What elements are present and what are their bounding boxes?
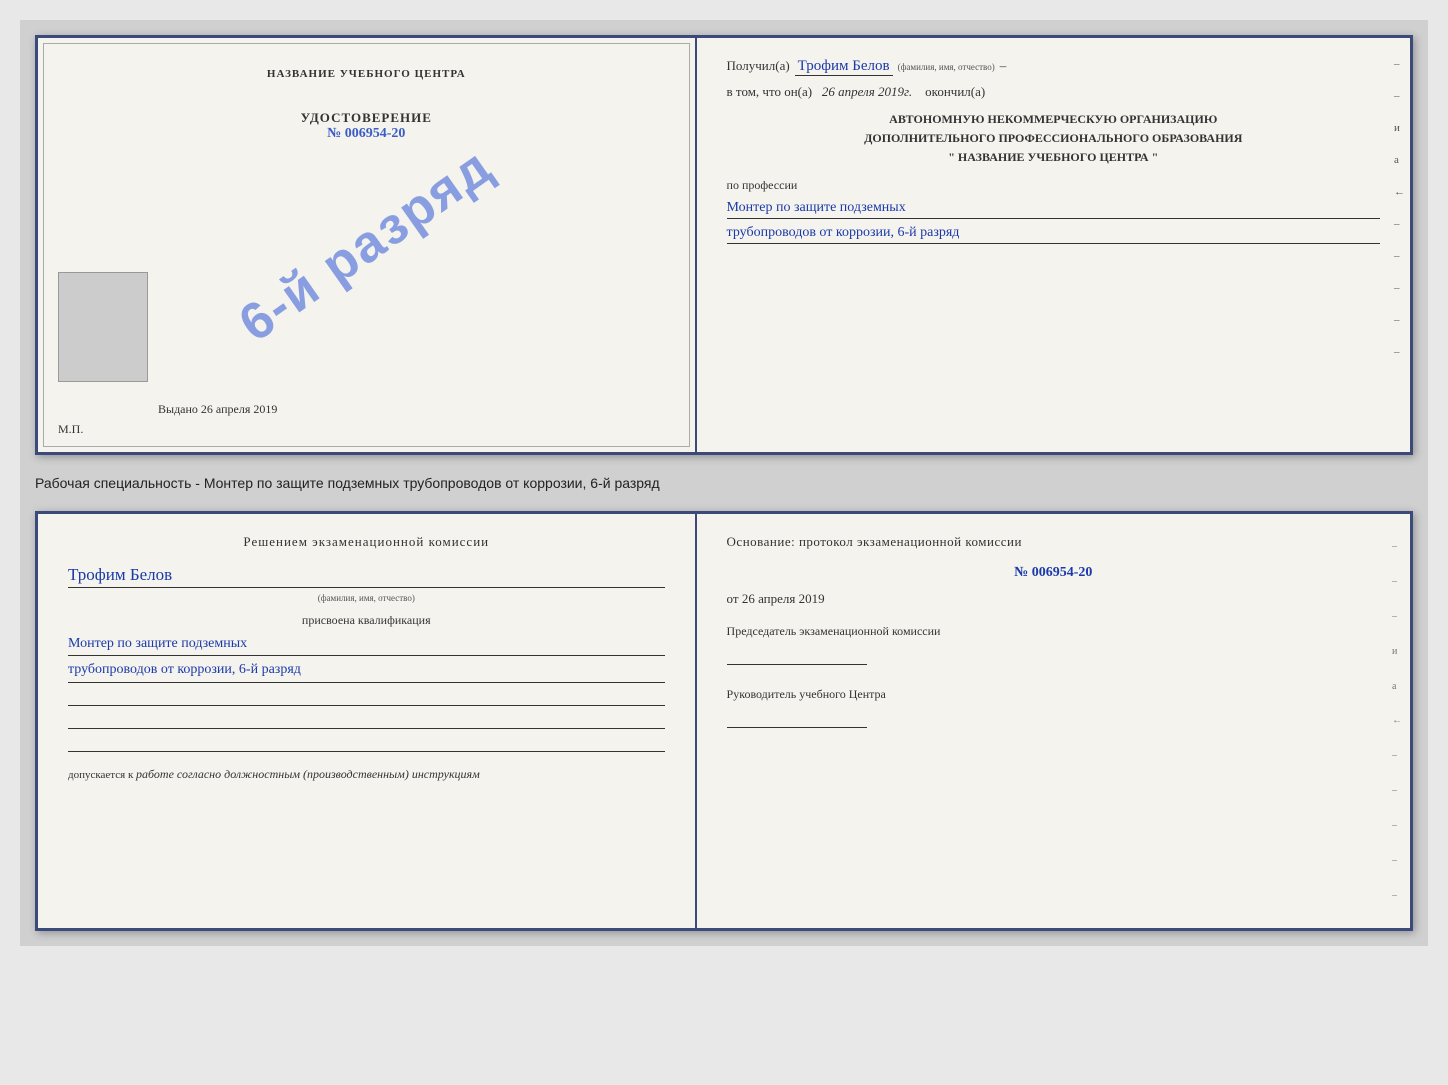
qual-line2: трубопроводов от коррозии, 6-й разряд [68, 659, 665, 682]
chairman-signature-line [727, 645, 867, 665]
fio-label-bottom: (фамилия, имя, отчество) [68, 593, 665, 603]
director-block: Руководитель учебного Центра [727, 685, 1380, 728]
right-margin-lines-top: – – и а ← – – – – – [1394, 58, 1405, 358]
fio-sub-top: (фамилия, имя, отчество) [898, 62, 995, 72]
allowed-handwritten: работе согласно должностным (производств… [136, 767, 480, 781]
page-wrapper: НАЗВАНИЕ УЧЕБНОГО ЦЕНТРА 6-й разряд УДОС… [20, 20, 1428, 946]
received-line: Получил(а) Трофим Белов (фамилия, имя, о… [727, 58, 1380, 76]
protocol-number: № 006954-20 [727, 565, 1380, 581]
certificate-top: НАЗВАНИЕ УЧЕБНОГО ЦЕНТРА 6-й разряд УДОС… [35, 35, 1413, 455]
cert-left-panel: НАЗВАНИЕ УЧЕБНОГО ЦЕНТРА 6-й разряд УДОС… [38, 38, 697, 452]
mp-label: М.П. [58, 422, 83, 437]
cert-title: УДОСТОВЕРЕНИЕ [301, 110, 432, 126]
cert-number: № 006954-20 [301, 126, 432, 142]
org-name-top: НАЗВАНИЕ УЧЕБНОГО ЦЕНТРА [267, 68, 466, 80]
border-deco-bottom: – – – и а ← – – – – – [1392, 514, 1402, 928]
specialty-text: Рабочая специальность - Монтер по защите… [35, 470, 1413, 496]
qualification-label: присвоена квалификация [68, 613, 665, 628]
blank-line-2 [68, 711, 665, 729]
stamp-overlay: 6-й разряд [229, 136, 504, 354]
decision-title: Решением экзаменационной комиссии [68, 534, 665, 550]
certificate-bottom: Решением экзаменационной комиссии Трофим… [35, 511, 1413, 931]
blank-line-1 [68, 688, 665, 706]
cert-right-panel: Получил(а) Трофим Белов (фамилия, имя, о… [697, 38, 1410, 452]
date-value-top: 26 апреля 2019г. [822, 84, 912, 99]
org-block-top: АВТОНОМНУЮ НЕКОММЕРЧЕСКУЮ ОРГАНИЗАЦИЮ ДО… [727, 110, 1380, 168]
issue-date-left: Выдано 26 апреля 2019 [158, 402, 277, 417]
profession-line2-top: трубопроводов от коррозии, 6-й разряд [727, 222, 1380, 244]
cert-bottom-left: Решением экзаменационной комиссии Трофим… [38, 514, 697, 928]
profession-label-top: по профессии [727, 178, 1380, 193]
cert-bottom-right: Основание: протокол экзаменационной коми… [697, 514, 1410, 928]
basis-label: Основание: протокол экзаменационной коми… [727, 534, 1380, 550]
full-name-bottom: Трофим Белов [68, 565, 665, 588]
protocol-date: от 26 апреля 2019 [727, 591, 1380, 607]
director-signature-line [727, 708, 867, 728]
blank-line-3 [68, 734, 665, 752]
qual-line1: Монтер по защите подземных [68, 633, 665, 656]
allowed-text: допускается к работе согласно должностны… [68, 767, 665, 782]
chairman-block: Председатель экзаменационной комиссии [727, 622, 1380, 665]
profession-line1-top: Монтер по защите подземных [727, 197, 1380, 219]
recipient-name: Трофим Белов [795, 58, 893, 76]
cert-number-section: УДОСТОВЕРЕНИЕ № 006954-20 [301, 110, 432, 142]
date-line-top: в том, что он(а) 26 апреля 2019г. окончи… [727, 84, 1380, 100]
photo-placeholder [58, 272, 148, 382]
